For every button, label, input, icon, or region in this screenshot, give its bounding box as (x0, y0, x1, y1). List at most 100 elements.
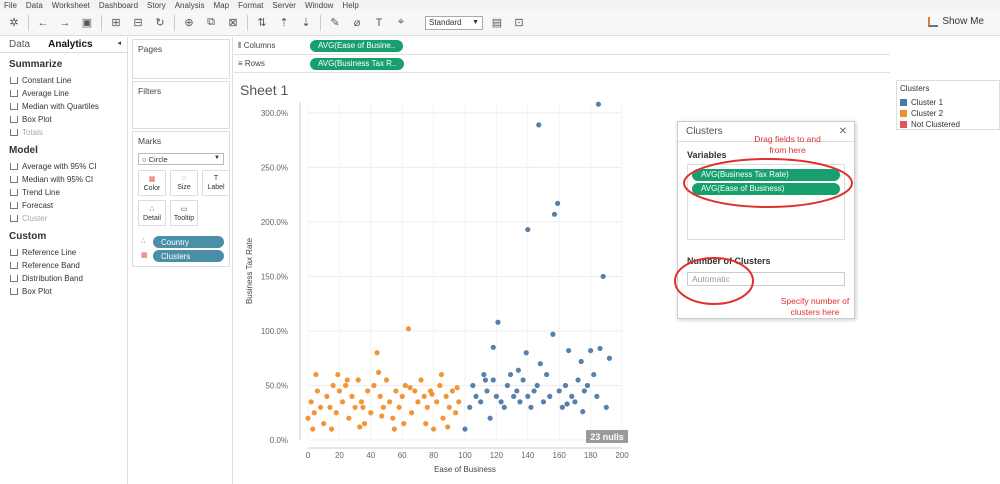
circle-icon: ○ (142, 154, 149, 164)
label-button[interactable]: T Label (202, 170, 230, 196)
item-average-line[interactable]: Average Line (0, 87, 127, 100)
legend-swatch (900, 110, 907, 117)
item-label: Average with 95% CI (22, 162, 97, 171)
clear-sheet-icon[interactable]: ⊠ (225, 15, 241, 31)
data-point (520, 377, 526, 383)
annotation-ellipse-variables (683, 158, 853, 208)
menu-item-file[interactable]: File (4, 1, 17, 10)
collapse-pane-icon[interactable]: ◂ (111, 37, 127, 52)
presentation-icon[interactable]: ⊡ (511, 15, 527, 31)
y-axis-label: Business Tax Rate (245, 237, 254, 304)
item-forecast[interactable]: Forecast (0, 199, 127, 212)
tab-data[interactable]: Data (0, 37, 39, 52)
menu-item-help[interactable]: Help (342, 1, 358, 10)
new-datasource-icon[interactable]: ⊞ (108, 15, 124, 31)
menu-item-server[interactable]: Server (272, 1, 296, 10)
data-point (517, 399, 523, 405)
columns-shelf[interactable]: ⦀ Columns AVG(Ease of Busine.. (234, 37, 890, 55)
item-reference-band[interactable]: Reference Band (0, 259, 127, 272)
menu-item-data[interactable]: Data (26, 1, 43, 10)
menu-item-window[interactable]: Window (305, 1, 333, 10)
data-point (559, 404, 565, 410)
annotation-drag: Drag fields to and from here (754, 134, 821, 155)
rows-pill[interactable]: AVG(Business Tax R.. (310, 57, 405, 70)
data-point (454, 385, 460, 391)
pause-updates-icon[interactable]: ⊟ (130, 15, 146, 31)
item-trend-line[interactable]: Trend Line (0, 186, 127, 199)
item-box-plot[interactable]: Box Plot (0, 113, 127, 126)
data-point (564, 401, 570, 407)
legend-item-cluster-2[interactable]: Cluster 2 (900, 108, 996, 119)
data-point (401, 421, 407, 427)
item-average-ci[interactable]: Average with 95% CI (0, 160, 127, 173)
show-me-button[interactable]: Show Me (928, 16, 984, 27)
detail-button[interactable]: ∴ Detail (138, 200, 166, 226)
data-point (405, 326, 412, 332)
reference-band-icon (10, 176, 18, 183)
size-button[interactable]: ◌ Size (170, 170, 198, 196)
sort-asc-icon[interactable]: ⇡ (276, 15, 292, 31)
pin-icon[interactable]: ⌖ (393, 15, 409, 31)
pages-card[interactable]: Pages (132, 39, 230, 79)
filters-card[interactable]: Filters (132, 81, 230, 129)
menu-item-analysis[interactable]: Analysis (175, 1, 205, 10)
duplicate-sheet-icon[interactable]: ⧉ (203, 15, 219, 31)
rows-label: ≡ Rows (238, 59, 265, 68)
menu-item-dashboard[interactable]: Dashboard (99, 1, 138, 10)
show-cards-icon[interactable]: ▤ (489, 15, 505, 31)
save-icon[interactable]: ▣ (79, 15, 95, 31)
columns-pill[interactable]: AVG(Ease of Busine.. (310, 39, 404, 52)
menu-item-story[interactable]: Story (147, 1, 166, 10)
menu-item-worksheet[interactable]: Worksheet (52, 1, 90, 10)
legend-item-cluster-1[interactable]: Cluster 1 (900, 97, 996, 108)
forward-icon[interactable]: → (57, 15, 73, 31)
data-point (540, 399, 547, 405)
refresh-icon[interactable]: ↻ (152, 15, 168, 31)
clusters-pill[interactable]: ▦ Clusters (141, 250, 224, 262)
item-median-quartiles[interactable]: Median with Quartiles (0, 100, 127, 113)
data-point (355, 377, 361, 383)
rows-shelf[interactable]: ≡ Rows AVG(Business Tax R.. (234, 55, 890, 73)
y-tick-label: 300.0% (261, 109, 288, 118)
data-point (544, 371, 550, 378)
data-point (357, 424, 363, 430)
menu-item-format[interactable]: Format (238, 1, 263, 10)
data-point (594, 393, 600, 399)
back-icon[interactable]: ← (35, 15, 51, 31)
tab-analytics[interactable]: Analytics (39, 37, 101, 52)
fit-select[interactable]: Standard ▼ (425, 15, 483, 30)
item-reference-line[interactable]: Reference Line (0, 246, 127, 259)
sheet-title: Sheet 1 (240, 82, 289, 98)
color-button[interactable]: ▦ Color (138, 170, 166, 196)
divider (320, 14, 321, 31)
tableau-logo-icon[interactable]: ✲ (6, 15, 22, 31)
highlight-icon[interactable]: ✎ (327, 15, 343, 31)
data-point (591, 371, 597, 378)
x-tick-label: 100 (458, 451, 472, 460)
item-constant-line[interactable]: Constant Line (0, 74, 127, 87)
sort-desc-icon[interactable]: ⇣ (298, 15, 314, 31)
data-point (333, 410, 339, 416)
close-icon[interactable]: ✕ (839, 126, 847, 137)
x-tick-label: 160 (553, 451, 567, 460)
menu-item-map[interactable]: Map (214, 1, 230, 10)
forecast-icon (10, 202, 18, 209)
legend-item-not-clustered[interactable]: Not Clustered (900, 119, 996, 130)
data-point (566, 347, 572, 354)
data-point (310, 426, 316, 432)
data-point (402, 382, 408, 389)
label-icon[interactable]: T (371, 15, 387, 31)
rows-label-text: Rows (244, 59, 265, 68)
new-sheet-icon[interactable]: ⊕ (181, 15, 197, 31)
x-tick-label: 140 (521, 451, 535, 460)
group-icon[interactable]: ⌀ (349, 15, 365, 31)
swap-icon[interactable]: ⇅ (254, 15, 270, 31)
mark-type-select[interactable]: ○ Circle ▼ (138, 153, 224, 165)
data-point (493, 393, 499, 399)
tooltip-button[interactable]: ▭ Tooltip (170, 200, 198, 226)
item-distribution-band[interactable]: Distribution Band (0, 272, 127, 285)
country-pill[interactable]: ∴ Country (141, 236, 224, 248)
item-custom-box-plot[interactable]: Box Plot (0, 285, 127, 298)
item-median-ci[interactable]: Median with 95% CI (0, 173, 127, 186)
reference-band-icon (10, 262, 18, 269)
